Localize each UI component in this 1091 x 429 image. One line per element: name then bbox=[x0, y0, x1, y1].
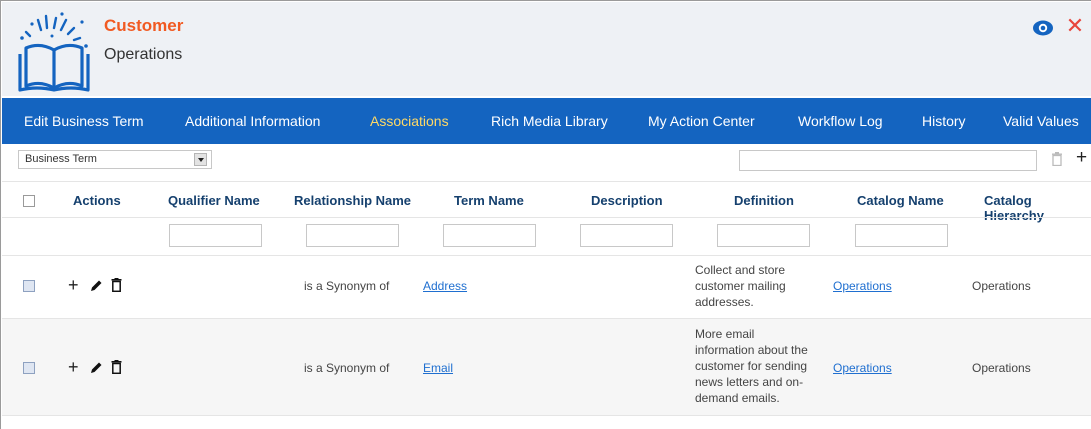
filter-definition[interactable] bbox=[717, 224, 810, 247]
tab-rich-media-library[interactable]: Rich Media Library bbox=[491, 113, 608, 129]
tab-edit-business-term[interactable]: Edit Business Term bbox=[24, 113, 144, 129]
tab-my-action-center[interactable]: My Action Center bbox=[648, 113, 755, 129]
divider bbox=[2, 415, 1091, 416]
page-subtitle: Operations bbox=[104, 46, 183, 63]
pencil-icon[interactable] bbox=[89, 361, 103, 375]
chevron-down-icon[interactable] bbox=[194, 153, 207, 166]
divider bbox=[2, 217, 1091, 218]
catalog-name-link[interactable]: Operations bbox=[833, 278, 892, 294]
divider bbox=[2, 181, 1091, 182]
column-header-qualifier-name[interactable]: Qualifier Name bbox=[168, 193, 260, 208]
window-frame: Customer Operations ✕ Edit Business Term… bbox=[0, 0, 1091, 429]
page-title: Customer bbox=[104, 16, 184, 35]
page-header: Customer Operations ✕ bbox=[2, 2, 1091, 96]
tab-associations[interactable]: Associations bbox=[370, 113, 449, 129]
definition-cell: More email information about the custome… bbox=[695, 327, 808, 405]
trash-icon[interactable] bbox=[111, 278, 122, 292]
catalog-hierarchy-cell: Operations bbox=[972, 279, 1031, 293]
trash-icon[interactable] bbox=[1051, 152, 1063, 166]
term-name-link[interactable]: Email bbox=[423, 360, 453, 376]
add-row-button[interactable]: + bbox=[68, 276, 79, 294]
column-header-relationship-name[interactable]: Relationship Name bbox=[294, 193, 411, 208]
column-header-description[interactable]: Description bbox=[591, 193, 663, 208]
definition-cell: Collect and store customer mailing addre… bbox=[695, 263, 786, 309]
tab-bar: Edit Business Term Additional Informatio… bbox=[2, 98, 1091, 144]
open-book-icon bbox=[18, 12, 90, 92]
column-header-actions: Actions bbox=[73, 193, 121, 208]
add-association-button[interactable]: + bbox=[1076, 147, 1087, 169]
filter-catalog-name[interactable] bbox=[855, 224, 948, 247]
column-header-definition[interactable]: Definition bbox=[734, 193, 794, 208]
table-row bbox=[2, 256, 1091, 318]
tab-additional-information[interactable]: Additional Information bbox=[185, 113, 320, 129]
column-header-catalog-name[interactable]: Catalog Name bbox=[857, 193, 944, 208]
tab-history[interactable]: History bbox=[922, 113, 966, 129]
object-type-value: Business Term bbox=[25, 153, 97, 165]
filter-relationship-name[interactable] bbox=[306, 224, 399, 247]
catalog-hierarchy-cell: Operations bbox=[972, 361, 1031, 375]
object-type-select[interactable]: Business Term bbox=[18, 150, 212, 169]
filter-term-name[interactable] bbox=[443, 224, 536, 247]
add-row-button[interactable]: + bbox=[68, 358, 79, 376]
catalog-name-link[interactable]: Operations bbox=[833, 360, 892, 376]
filter-qualifier-name[interactable] bbox=[169, 224, 262, 247]
search-input[interactable] bbox=[739, 150, 1037, 171]
tab-workflow-log[interactable]: Workflow Log bbox=[798, 113, 883, 129]
term-name-link[interactable]: Address bbox=[423, 278, 467, 294]
relationship-name-cell: is a Synonym of bbox=[304, 279, 390, 293]
column-header-term-name[interactable]: Term Name bbox=[454, 193, 524, 208]
close-icon[interactable]: ✕ bbox=[1065, 15, 1085, 37]
select-all-checkbox[interactable] bbox=[23, 195, 35, 207]
filter-description[interactable] bbox=[580, 224, 673, 247]
row-checkbox[interactable] bbox=[23, 362, 35, 374]
eye-icon[interactable] bbox=[1032, 19, 1054, 37]
trash-icon[interactable] bbox=[111, 360, 122, 374]
row-checkbox[interactable] bbox=[23, 280, 35, 292]
table-row bbox=[2, 319, 1091, 415]
tab-valid-values[interactable]: Valid Values bbox=[1003, 113, 1079, 129]
relationship-name-cell: is a Synonym of bbox=[304, 361, 390, 375]
column-header-catalog-hierarchy[interactable]: Catalog Hierarchy bbox=[984, 193, 1091, 223]
pencil-icon[interactable] bbox=[89, 279, 103, 293]
